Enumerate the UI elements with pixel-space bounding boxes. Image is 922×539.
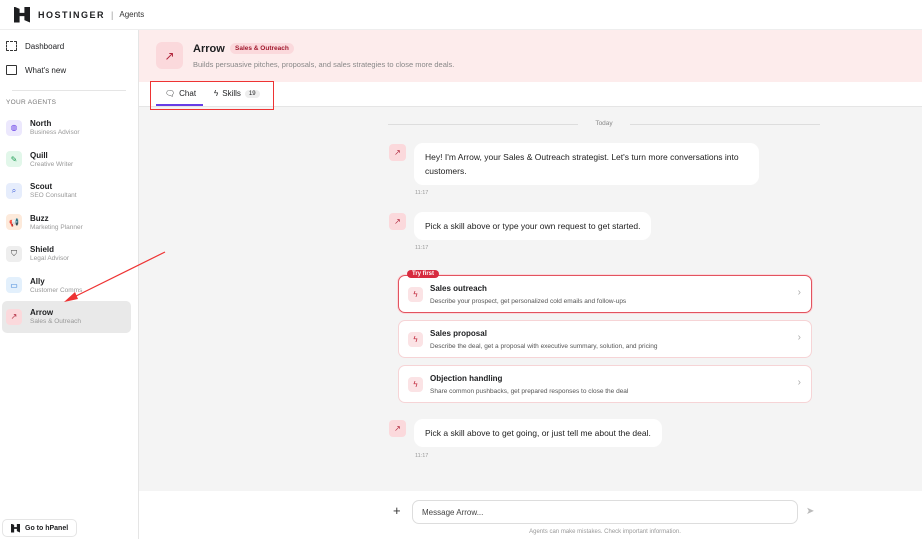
message-placeholder: Message Arrow... <box>422 507 484 517</box>
go-to-hpanel-button[interactable]: Go to hPanel <box>2 519 78 537</box>
message-bubble: Pick a skill above to get going, or just… <box>414 419 662 447</box>
message-bubble: Pick a skill above or type your own requ… <box>414 212 652 240</box>
skill-title: Objection handling <box>430 374 503 383</box>
sidebar-item-whats-new[interactable]: What's new <box>0 58 138 82</box>
chevron-right-icon: › <box>797 377 801 388</box>
globe-icon: ◍ <box>6 119 22 136</box>
arrow-avatar-icon: ↗ <box>389 213 406 230</box>
skill-description: Describe the deal, get a proposal with e… <box>430 343 658 350</box>
sidebar-item-agent-shield[interactable]: ⛉ Shield Legal Advisor <box>2 238 131 270</box>
agent-name: Buzz <box>30 213 49 223</box>
agent-banner: ↗ Arrow Sales & Outreach Builds persuasi… <box>139 30 922 82</box>
sidebar-item-dashboard[interactable]: Dashboard <box>0 34 138 58</box>
skill-description: Describe your prospect, get personalized… <box>430 298 627 305</box>
agent-role: Business Advisor <box>30 129 80 137</box>
agent-role: Customer Comms <box>30 286 83 294</box>
attach-plus-button[interactable]: + <box>393 503 401 518</box>
brand-name: HOSTINGER <box>38 9 106 20</box>
chevron-right-icon: › <box>797 287 801 298</box>
nav-label: Dashboard <box>25 41 65 51</box>
tab-label: Chat <box>179 89 197 98</box>
agent-name: Scout <box>30 182 53 192</box>
lightning-icon: ϟ <box>408 377 423 392</box>
skill-title: Sales proposal <box>430 329 487 338</box>
agent-name: Arrow <box>193 43 225 55</box>
pencil-icon: ✎ <box>6 151 22 168</box>
agent-role: SEO Consultant <box>30 192 77 200</box>
arrow-avatar-icon: ↗ <box>389 144 406 161</box>
grid-icon <box>6 41 17 51</box>
chat-bubble-icon: 🗨 <box>165 89 176 98</box>
try-first-badge: Try first <box>407 270 440 278</box>
top-bar: HOSTINGER | Agents <box>0 0 922 30</box>
agent-role: Sales & Outreach <box>30 318 81 326</box>
skill-card-objection-handling[interactable]: ϟ Objection handling Share common pushba… <box>398 365 812 403</box>
shield-icon: ⛉ <box>6 245 22 262</box>
agent-description: Builds persuasive pitches, proposals, an… <box>193 60 455 69</box>
sidebar-item-agent-north[interactable]: ◍ North Business Advisor <box>2 112 131 144</box>
hostinger-logo-icon[interactable] <box>14 6 30 23</box>
disclaimer: Agents can make mistakes. Check importan… <box>529 529 681 535</box>
sidebar: Dashboard What's new YOUR AGENTS ◍ North… <box>0 30 139 539</box>
skill-card-sales-outreach[interactable]: ϟ Sales outreach Describe your prospect,… <box>398 275 812 313</box>
skills-count-badge: 19 <box>244 89 260 98</box>
sidebar-item-agent-scout[interactable]: ⌕ Scout SEO Consultant <box>2 175 131 207</box>
lightning-icon: ϟ <box>214 89 219 98</box>
agent-role: Legal Advisor <box>30 255 70 263</box>
agent-role: Creative Writer <box>30 160 74 168</box>
agent-name: North <box>30 119 52 129</box>
megaphone-icon: 📢 <box>6 214 22 231</box>
skill-description: Share common pushbacks, get prepared res… <box>430 388 629 395</box>
skill-card-sales-proposal[interactable]: ϟ Sales proposal Describe the deal, get … <box>398 320 812 358</box>
active-tab-indicator <box>156 104 203 106</box>
date-divider: Today <box>388 120 820 127</box>
sidebar-item-agent-buzz[interactable]: 📢 Buzz Marketing Planner <box>2 207 131 239</box>
message-input[interactable]: Message Arrow... <box>412 500 798 524</box>
arrow-up-right-icon: ↗ <box>6 308 22 325</box>
message-time: 11:17 <box>415 190 429 196</box>
tab-skills[interactable]: ϟ Skills 19 <box>214 89 260 98</box>
sidebar-item-agent-ally[interactable]: ▭ Ally Customer Comms <box>2 270 131 302</box>
chat-bubble-icon: ▭ <box>6 277 22 294</box>
section-label: YOUR AGENTS <box>6 99 57 106</box>
tab-chat[interactable]: 🗨 Chat <box>165 89 196 98</box>
window-icon <box>6 65 17 75</box>
agent-role: Marketing Planner <box>30 223 83 231</box>
tab-label: Skills <box>222 89 241 98</box>
nav-label: What's new <box>25 65 67 75</box>
agent-name: Arrow <box>30 308 54 318</box>
agent-badge: Sales & Outreach <box>230 43 294 54</box>
tab-bar: 🗨 Chat ϟ Skills 19 <box>139 82 922 107</box>
divider: | <box>111 9 114 20</box>
hostinger-logo-icon <box>11 523 20 533</box>
arrow-up-right-icon: ↗ <box>156 42 183 69</box>
send-button[interactable]: ➤ <box>806 506 814 517</box>
agent-name: Ally <box>30 276 45 286</box>
message-bubble: Hey! I'm Arrow, your Sales & Outreach st… <box>414 143 759 185</box>
chevron-right-icon: › <box>797 332 801 343</box>
sidebar-item-agent-quill[interactable]: ✎ Quill Creative Writer <box>2 144 131 176</box>
skill-title: Sales outreach <box>430 284 487 293</box>
agent-name: Shield <box>30 245 55 255</box>
product-name: Agents <box>119 10 145 19</box>
agent-name: Quill <box>30 150 48 160</box>
hpanel-label: Go to hPanel <box>25 524 69 532</box>
lightning-icon: ϟ <box>408 332 423 347</box>
search-icon: ⌕ <box>6 182 22 199</box>
lightning-icon: ϟ <box>408 287 423 302</box>
message-time: 11:17 <box>415 453 429 459</box>
sidebar-item-agent-arrow[interactable]: ↗ Arrow Sales & Outreach <box>2 301 131 333</box>
message-time: 11:17 <box>415 245 429 251</box>
arrow-avatar-icon: ↗ <box>389 420 406 437</box>
